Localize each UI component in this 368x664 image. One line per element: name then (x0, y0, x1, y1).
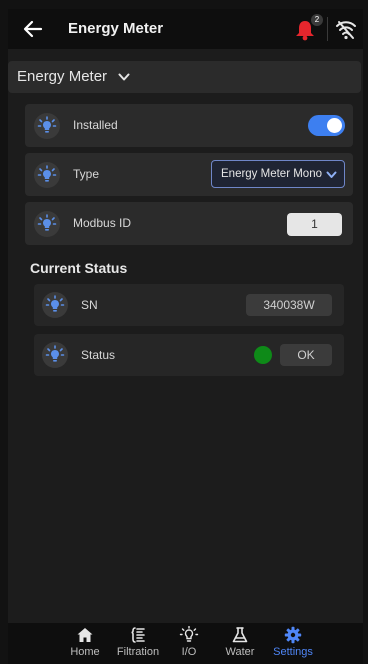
nav-label: Home (70, 646, 100, 658)
nav-label: Water (225, 646, 255, 658)
status-value: OK (280, 344, 332, 366)
status-indicator (254, 346, 272, 364)
nav-label: Settings (273, 646, 313, 658)
lightbulb-icon (34, 113, 60, 139)
lightbulb-icon (42, 292, 68, 318)
toggle-knob (327, 118, 342, 133)
type-select[interactable]: Energy Meter Mono (211, 160, 345, 188)
section-title: Energy Meter (17, 68, 108, 85)
app-frame: Energy Meter 2 Energy Meter Installed Ty… (8, 9, 363, 664)
lightbulb-icon (179, 626, 199, 642)
header-divider (327, 17, 328, 41)
chevron-down-icon (118, 73, 130, 81)
status-row-status: Status OK (34, 334, 344, 376)
nav-item-filtration[interactable]: Filtration (109, 626, 167, 664)
chevron-down-icon (326, 171, 337, 178)
modbus-id-input[interactable]: 1 (287, 213, 342, 236)
status-label: Status (81, 348, 116, 362)
type-select-value: Energy Meter Mono (221, 168, 322, 180)
nav-item-home[interactable]: Home (64, 626, 106, 664)
gear-icon (284, 626, 302, 644)
nav-item-water[interactable]: Water (223, 626, 257, 664)
setting-label: Modbus ID (73, 216, 132, 230)
flask-icon (232, 627, 248, 643)
sn-value: 340038W (246, 294, 332, 316)
filtration-icon (131, 627, 145, 643)
wifi-off-icon[interactable] (335, 19, 357, 41)
lightbulb-icon (42, 342, 68, 368)
setting-row-installed: Installed (25, 104, 353, 147)
home-icon (77, 628, 93, 642)
nav-label: I/O (181, 646, 197, 658)
installed-toggle[interactable] (308, 115, 345, 136)
nav-label: Filtration (116, 646, 160, 658)
nav-item-io[interactable]: I/O (174, 626, 204, 664)
bottom-nav: Home Filtration I/O Water Settings (8, 623, 363, 664)
setting-row-modbus-id: Modbus ID 1 (25, 202, 353, 245)
page-title: Energy Meter (68, 20, 164, 37)
setting-label: Type (73, 167, 100, 181)
nav-item-settings[interactable]: Settings (268, 626, 318, 664)
top-bar: Energy Meter 2 (8, 9, 363, 49)
status-row-sn: SN 340038W (34, 284, 344, 326)
setting-label: Installed (73, 118, 118, 132)
status-label: SN (81, 298, 98, 312)
lightbulb-icon (34, 162, 60, 188)
notification-badge: 2 (311, 14, 323, 26)
arrow-left-icon[interactable] (22, 18, 44, 40)
lightbulb-icon (34, 211, 60, 237)
section-dropdown[interactable]: Energy Meter (8, 61, 361, 93)
current-status-heading: Current Status (30, 260, 128, 276)
setting-row-type: Type Energy Meter Mono (25, 153, 353, 196)
